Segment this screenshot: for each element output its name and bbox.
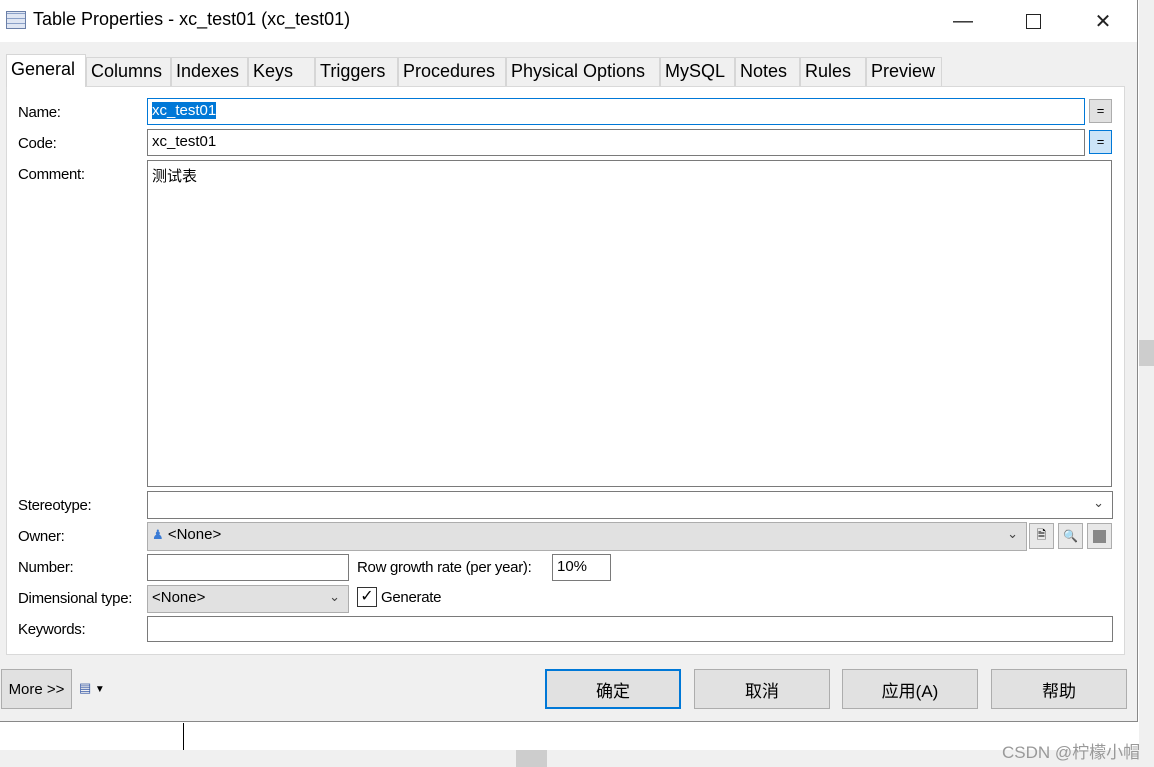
tab-rules[interactable]: Rules: [800, 57, 866, 86]
print-icon: ▤: [79, 680, 92, 695]
tab-indexes[interactable]: Indexes: [171, 57, 248, 86]
number-label: Number:: [18, 559, 74, 576]
tab-procedures[interactable]: Procedures: [398, 57, 506, 86]
tab-columns[interactable]: Columns: [86, 57, 171, 86]
maximize-icon: [1025, 13, 1041, 29]
ok-button[interactable]: 确定: [545, 669, 681, 709]
name-input[interactable]: xc_test01: [147, 98, 1085, 125]
print-menu-button[interactable]: ▤ ▼: [79, 680, 105, 696]
minimize-button[interactable]: —: [940, 0, 986, 42]
owner-properties-button[interactable]: 🔍: [1058, 523, 1083, 549]
tab-mysql[interactable]: MySQL: [660, 57, 735, 86]
number-input[interactable]: [147, 554, 349, 581]
watermark: CSDN @柠檬小帽: [1002, 743, 1141, 762]
help-button[interactable]: 帮助: [991, 669, 1127, 709]
maximize-button[interactable]: [1010, 0, 1056, 42]
tab-triggers[interactable]: Triggers: [315, 57, 398, 86]
scrollbar-thumb[interactable]: [516, 750, 547, 767]
user-icon: ♟: [152, 527, 164, 542]
stereotype-combobox[interactable]: ⌄: [147, 491, 1113, 519]
code-input[interactable]: xc_test01: [147, 129, 1085, 156]
tab-preview[interactable]: Preview: [866, 57, 942, 86]
comment-label: Comment:: [18, 166, 85, 183]
name-value: xc_test01: [152, 102, 217, 119]
generate-checkbox[interactable]: ✓: [357, 587, 377, 607]
code-name-sync-button[interactable]: =: [1089, 130, 1112, 154]
table-properties-dialog: Table Properties - xc_test01 (xc_test01)…: [0, 0, 1138, 722]
tab-notes[interactable]: Notes: [735, 57, 800, 86]
chevron-down-icon: ⌄: [1007, 526, 1018, 541]
generate-label: Generate: [381, 589, 442, 606]
chevron-down-icon: ⌄: [1093, 495, 1104, 510]
horizontal-scrollbar[interactable]: [0, 750, 1154, 767]
name-code-sync-button[interactable]: =: [1089, 99, 1112, 123]
window-title: Table Properties - xc_test01 (xc_test01): [33, 9, 351, 29]
owner-dropdown[interactable]: ♟ <None> ⌄: [147, 522, 1027, 551]
dropdown-arrow-icon: ▼: [94, 684, 105, 695]
scrollbar-thumb[interactable]: [1139, 340, 1154, 366]
close-button[interactable]: ✕: [1080, 0, 1126, 42]
owner-label: Owner:: [18, 528, 65, 545]
row-growth-input[interactable]: 10%: [552, 554, 611, 581]
new-document-icon: 🗎: [1036, 527, 1047, 542]
title-bar: Table Properties - xc_test01 (xc_test01)…: [0, 0, 1137, 42]
keywords-label: Keywords:: [18, 621, 86, 638]
chevron-down-icon: ⌄: [329, 589, 340, 604]
stereotype-label: Stereotype:: [18, 497, 92, 514]
shortcut-icon: [1093, 529, 1106, 543]
tab-keys[interactable]: Keys: [248, 57, 315, 86]
table-icon: [6, 11, 26, 29]
new-owner-button[interactable]: 🗎: [1029, 523, 1054, 549]
dimensional-type-label: Dimensional type:: [18, 590, 133, 607]
vertical-scrollbar[interactable]: [1139, 0, 1154, 750]
tab-general[interactable]: General: [6, 54, 86, 87]
tab-physical-options[interactable]: Physical Options: [506, 57, 660, 86]
comment-textarea[interactable]: 测试表: [147, 160, 1112, 487]
name-label: Name:: [18, 104, 61, 121]
cancel-button[interactable]: 取消: [694, 669, 830, 709]
apply-button[interactable]: 应用(A): [842, 669, 978, 709]
checkmark-icon: ✓: [360, 588, 374, 605]
owner-extra-button[interactable]: [1087, 523, 1112, 549]
more-button[interactable]: More >>: [1, 669, 72, 709]
divider: [183, 723, 184, 750]
dimensional-type-dropdown[interactable]: <None> ⌄: [147, 585, 349, 613]
dimensional-type-value: <None>: [152, 589, 206, 606]
properties-icon: 🔍: [1063, 529, 1078, 543]
code-label: Code:: [18, 135, 57, 152]
owner-value: <None>: [167, 526, 222, 543]
keywords-input[interactable]: [147, 616, 1113, 642]
row-growth-label: Row growth rate (per year):: [357, 559, 532, 576]
